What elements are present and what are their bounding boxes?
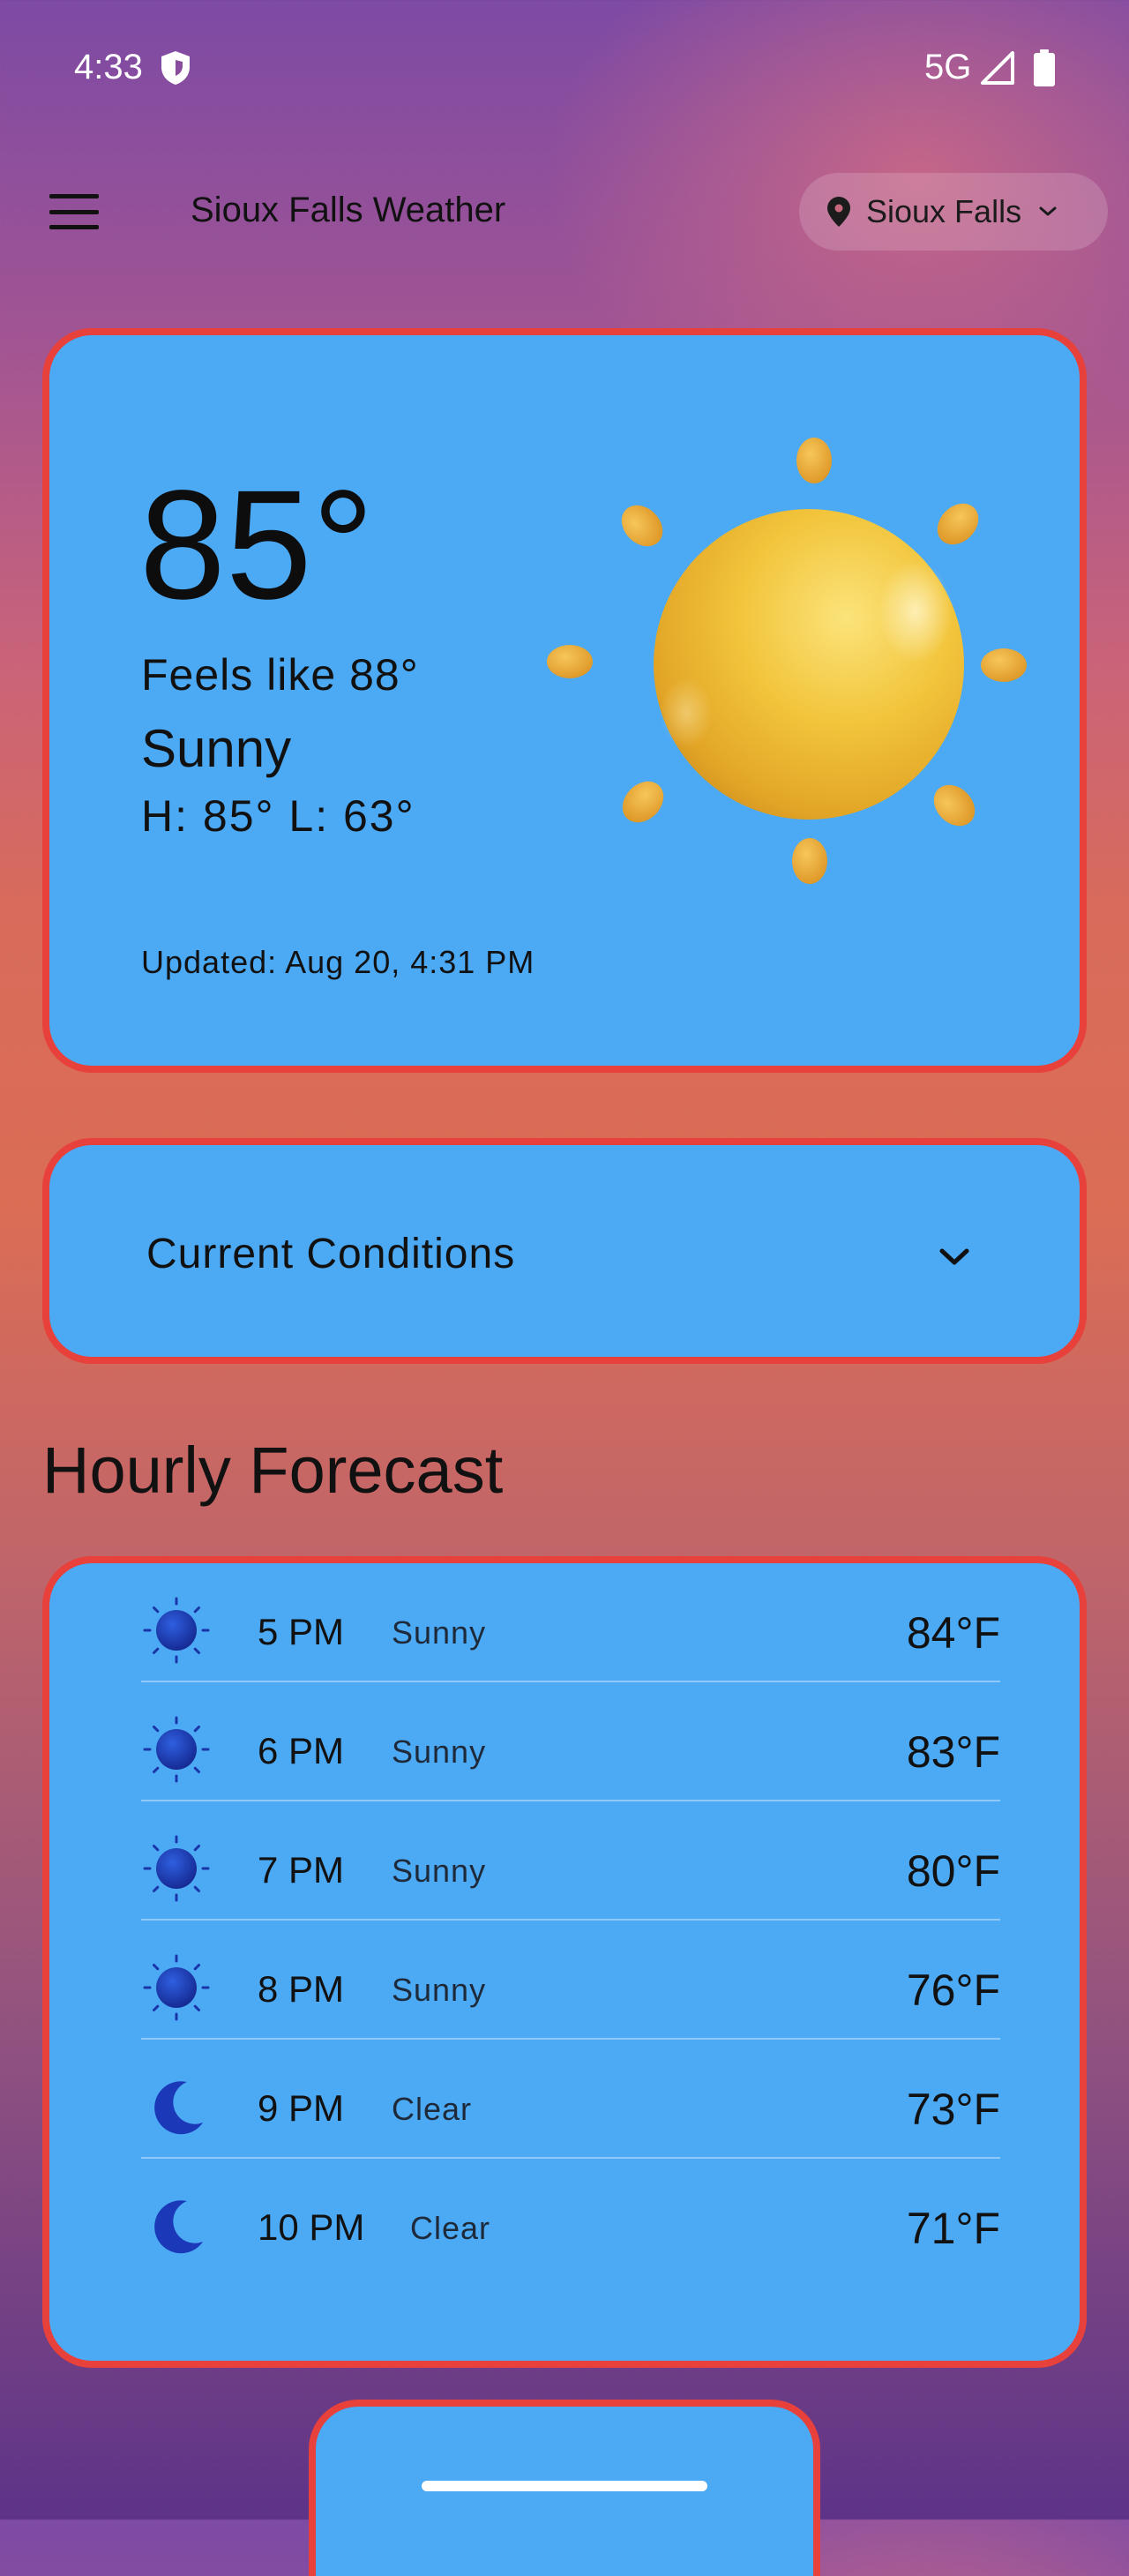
hour-temperature: 71°F [906, 2204, 1000, 2253]
sun-icon [143, 1716, 210, 1783]
hourly-forecast-heading: Hourly Forecast [42, 1434, 504, 1507]
moon-icon [154, 2081, 203, 2135]
hour-temperature: 83°F [906, 1727, 1000, 1777]
app-title: Sioux Falls Weather [191, 191, 506, 229]
hour-condition: Sunny [392, 1853, 487, 1889]
shield-icon [161, 51, 190, 85]
hour-time: 10 PM [258, 2206, 365, 2248]
hamburger-menu-icon [49, 194, 99, 198]
hour-temperature: 76°F [906, 1966, 1000, 2015]
network-type: 5G [924, 48, 972, 86]
hourly-row: 9 PM Clear 73°F [141, 2040, 1000, 2159]
hour-temperature: 73°F [906, 2085, 1000, 2134]
menu-button[interactable] [46, 189, 102, 235]
current-weather-card: 85° Feels like 88° Sunny H: 85° L: 63° U… [42, 328, 1087, 1073]
sun-icon [143, 1954, 210, 2021]
location-selector[interactable]: Sioux Falls [799, 173, 1108, 251]
hour-temperature: 84°F [906, 1608, 1000, 1658]
hour-condition: Clear [392, 2091, 473, 2127]
home-indicator[interactable] [422, 2481, 707, 2491]
current-condition: Sunny [141, 719, 292, 778]
battery-icon [1034, 49, 1055, 86]
hour-time: 5 PM [258, 1611, 345, 1652]
hourly-row: 6 PM Sunny 83°F [141, 1682, 1000, 1801]
hourly-forecast-card: 5 PM Sunny 84°F 6 PM Sunny 83°F 7 PM Sunny 80°F 8… [42, 1556, 1087, 2368]
hour-condition: Sunny [392, 1972, 487, 2008]
hourly-row: 7 PM Sunny 80°F [141, 1801, 1000, 1921]
sun-icon [143, 1597, 210, 1664]
hour-time: 6 PM [258, 1730, 345, 1771]
menu-icon-line [49, 209, 99, 214]
hour-time: 7 PM [258, 1849, 345, 1891]
hour-time: 8 PM [258, 1968, 345, 2010]
hourly-row: 10 PM Clear 71°F [141, 2159, 1000, 2278]
map-pin-icon [827, 197, 850, 227]
chevron-down-icon [1039, 206, 1057, 216]
hour-time: 9 PM [258, 2087, 345, 2129]
feels-like: Feels like 88° [141, 650, 419, 700]
status-time: 4:33 [74, 48, 143, 86]
current-conditions-toggle[interactable]: Current Conditions [42, 1138, 1087, 1364]
chevron-down-icon [939, 1248, 969, 1265]
menu-icon-line [49, 225, 99, 229]
signal-icon [981, 51, 1014, 85]
current-conditions-title: Current Conditions [146, 1231, 516, 1277]
hour-condition: Clear [410, 2210, 491, 2246]
updated-timestamp: Updated: Aug 20, 4:31 PM [141, 944, 535, 980]
hourly-row: 5 PM Sunny 84°F [141, 1563, 1000, 1682]
status-bar: 4:33 5G [0, 0, 1129, 138]
high-low-temperature: H: 85° L: 63° [141, 791, 415, 841]
hour-temperature: 80°F [906, 1846, 1000, 1896]
sun-icon [143, 1835, 210, 1902]
moon-icon [154, 2200, 203, 2254]
hour-condition: Sunny [392, 1734, 487, 1770]
hourly-row: 8 PM Sunny 76°F [141, 1921, 1000, 2040]
sun-icon [547, 438, 1027, 884]
hour-condition: Sunny [392, 1614, 487, 1651]
current-temperature: 85° [139, 459, 375, 632]
hourly-forecast-list: 5 PM Sunny 84°F 6 PM Sunny 83°F 7 PM Sunny 80°F 8… [141, 1563, 1000, 2278]
location-label: Sioux Falls [866, 193, 1022, 229]
